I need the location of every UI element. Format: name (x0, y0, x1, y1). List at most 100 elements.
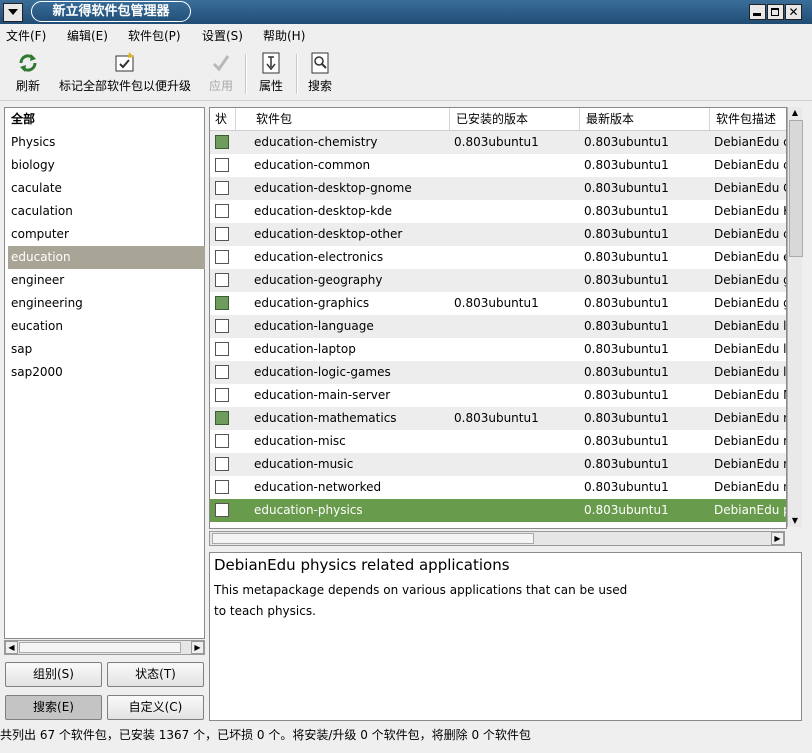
title-bar: 新立得软件包管理器 ✕ (0, 0, 812, 24)
package-name-cell: education-laptop (254, 342, 356, 356)
category-item[interactable]: engineering (8, 292, 205, 315)
category-item[interactable]: Physics (8, 131, 205, 154)
table-row[interactable]: education-mathematics 0.803ubuntu1 0.803ub… (210, 407, 786, 430)
table-row[interactable]: education-logic-games 0.803ubuntu1 DebianE… (210, 361, 786, 384)
package-status-checkbox[interactable] (215, 273, 229, 287)
status-filter-button[interactable]: 状态(T) (107, 662, 204, 687)
search-button[interactable]: 搜索 (305, 52, 335, 94)
package-status-checkbox[interactable] (215, 434, 229, 448)
category-hscrollbar[interactable]: ◀ ▶ (4, 640, 205, 655)
scroll-thumb[interactable] (212, 533, 534, 544)
description-cell: DebianEdu m (714, 434, 786, 448)
package-status-checkbox[interactable] (215, 365, 229, 379)
category-item[interactable]: engineer (8, 269, 205, 292)
category-item[interactable]: 全部 (8, 108, 205, 131)
category-item[interactable]: biology (8, 154, 205, 177)
column-header-description[interactable]: 软件包描述 (710, 108, 786, 130)
scroll-right-icon[interactable]: ▶ (191, 641, 204, 654)
table-row[interactable]: education-graphics 0.803ubuntu1 0.803ubunt… (210, 292, 786, 315)
apply-button[interactable]: 应用 (205, 52, 237, 94)
package-hscrollbar[interactable]: ▶ (209, 531, 785, 546)
scroll-right-icon[interactable]: ▶ (771, 532, 784, 545)
scroll-thumb[interactable] (19, 642, 181, 653)
custom-filter-button[interactable]: 自定义(C) (107, 695, 204, 720)
package-status-checkbox[interactable] (215, 181, 229, 195)
minimize-button[interactable] (749, 4, 766, 20)
installed-version-cell: 0.803ubuntu1 (454, 411, 539, 425)
category-item[interactable]: caculation (8, 200, 205, 223)
table-row[interactable]: education-electronics 0.803ubuntu1 DebianE… (210, 246, 786, 269)
status-bar: 共列出 67 个软件包，已安装 1367 个，已坏损 0 个。将安装/升级 0 … (0, 726, 812, 746)
mark-all-upgrades-button[interactable]: 标记全部软件包以便升级 (50, 52, 200, 94)
close-button[interactable]: ✕ (785, 4, 802, 20)
table-row[interactable]: education-networked 0.803ubuntu1 DebianEdu… (210, 476, 786, 499)
column-header-latest-version[interactable]: 最新版本 (580, 108, 710, 130)
package-vscrollbar[interactable]: ▲ ▼ (787, 107, 803, 527)
menu-edit[interactable]: 编辑(E) (67, 27, 108, 44)
description-cell: DebianEdu g (714, 273, 786, 287)
category-item[interactable]: computer (8, 223, 205, 246)
description-cell: DebianEdu G (714, 181, 786, 195)
description-cell: DebianEdu lc (714, 365, 786, 379)
toolbar: 刷新 标记全部软件包以便升级 应用 属性 搜索 (0, 46, 812, 101)
description-cell: DebianEdu e (714, 250, 786, 264)
menu-settings[interactable]: 设置(S) (202, 27, 243, 44)
table-row[interactable]: education-chemistry 0.803ubuntu1 0.803ubun… (210, 131, 786, 154)
column-header-status[interactable]: 状 (210, 108, 236, 130)
category-item[interactable]: sap (8, 338, 205, 361)
refresh-icon (17, 52, 39, 74)
package-status-checkbox[interactable] (215, 158, 229, 172)
package-status-checkbox[interactable] (215, 227, 229, 241)
latest-version-cell: 0.803ubuntu1 (584, 181, 669, 195)
table-row[interactable]: education-laptop 0.803ubuntu1 DebianEdu la (210, 338, 786, 361)
package-status-checkbox[interactable] (215, 457, 229, 471)
latest-version-cell: 0.803ubuntu1 (584, 250, 669, 264)
scroll-thumb[interactable] (789, 120, 803, 257)
package-status-checkbox[interactable] (215, 204, 229, 218)
table-row[interactable]: education-common 0.803ubuntu1 DebianEdu c (210, 154, 786, 177)
table-row[interactable]: education-misc 0.803ubuntu1 DebianEdu m (210, 430, 786, 453)
column-header-package[interactable]: 软件包 (250, 108, 450, 130)
table-row[interactable]: education-desktop-kde 0.803ubuntu1 DebianE… (210, 200, 786, 223)
apply-label: 应用 (208, 79, 233, 93)
package-status-checkbox[interactable] (215, 480, 229, 494)
properties-button[interactable]: 属性 (256, 52, 286, 94)
table-row[interactable]: education-main-server 0.803ubuntu1 DebianE… (210, 384, 786, 407)
package-status-checkbox[interactable] (215, 388, 229, 402)
description-title: DebianEdu physics related applications (214, 556, 510, 574)
refresh-button[interactable]: 刷新 (11, 52, 45, 94)
category-item-selected[interactable]: education (8, 246, 205, 269)
package-status-checkbox[interactable] (215, 342, 229, 356)
package-status-checkbox[interactable] (215, 319, 229, 333)
scroll-up-icon[interactable]: ▲ (789, 107, 801, 119)
menu-package[interactable]: 软件包(P) (128, 27, 181, 44)
table-row-selected[interactable]: education-physics 0.803ubuntu1 DebianEdu p (210, 499, 786, 522)
table-row[interactable]: education-desktop-other 0.803ubuntu1 Debia… (210, 223, 786, 246)
window-menu-button[interactable] (3, 3, 23, 22)
scroll-down-icon[interactable]: ▼ (789, 515, 801, 527)
package-name-cell: education-geography (254, 273, 383, 287)
search-filter-button[interactable]: 搜索(E) (5, 695, 102, 720)
table-row[interactable]: education-desktop-gnome 0.803ubuntu1 Debia… (210, 177, 786, 200)
package-status-checkbox[interactable] (215, 250, 229, 264)
group-filter-button[interactable]: 组别(S) (5, 662, 102, 687)
table-row[interactable]: education-music 0.803ubuntu1 DebianEdu m (210, 453, 786, 476)
category-item[interactable]: sap2000 (8, 361, 205, 384)
latest-version-cell: 0.803ubuntu1 (584, 273, 669, 287)
category-item[interactable]: caculate (8, 177, 205, 200)
table-header: 状 软件包 已安装的版本 最新版本 软件包描述 (210, 108, 786, 131)
package-status-checkbox[interactable] (215, 135, 229, 149)
package-status-checkbox[interactable] (215, 296, 229, 310)
package-name-cell: education-networked (254, 480, 382, 494)
menu-help[interactable]: 帮助(H) (263, 27, 305, 44)
package-status-checkbox[interactable] (215, 411, 229, 425)
menu-file[interactable]: 文件(F) (6, 27, 46, 44)
properties-label: 属性 (258, 79, 283, 93)
package-status-checkbox[interactable] (215, 503, 229, 517)
table-row[interactable]: education-geography 0.803ubuntu1 DebianEdu… (210, 269, 786, 292)
column-header-installed-version[interactable]: 已安装的版本 (450, 108, 580, 130)
table-row[interactable]: education-language 0.803ubuntu1 DebianEdu … (210, 315, 786, 338)
category-item[interactable]: eucation (8, 315, 205, 338)
maximize-button[interactable] (767, 4, 784, 20)
scroll-left-icon[interactable]: ◀ (5, 641, 18, 654)
